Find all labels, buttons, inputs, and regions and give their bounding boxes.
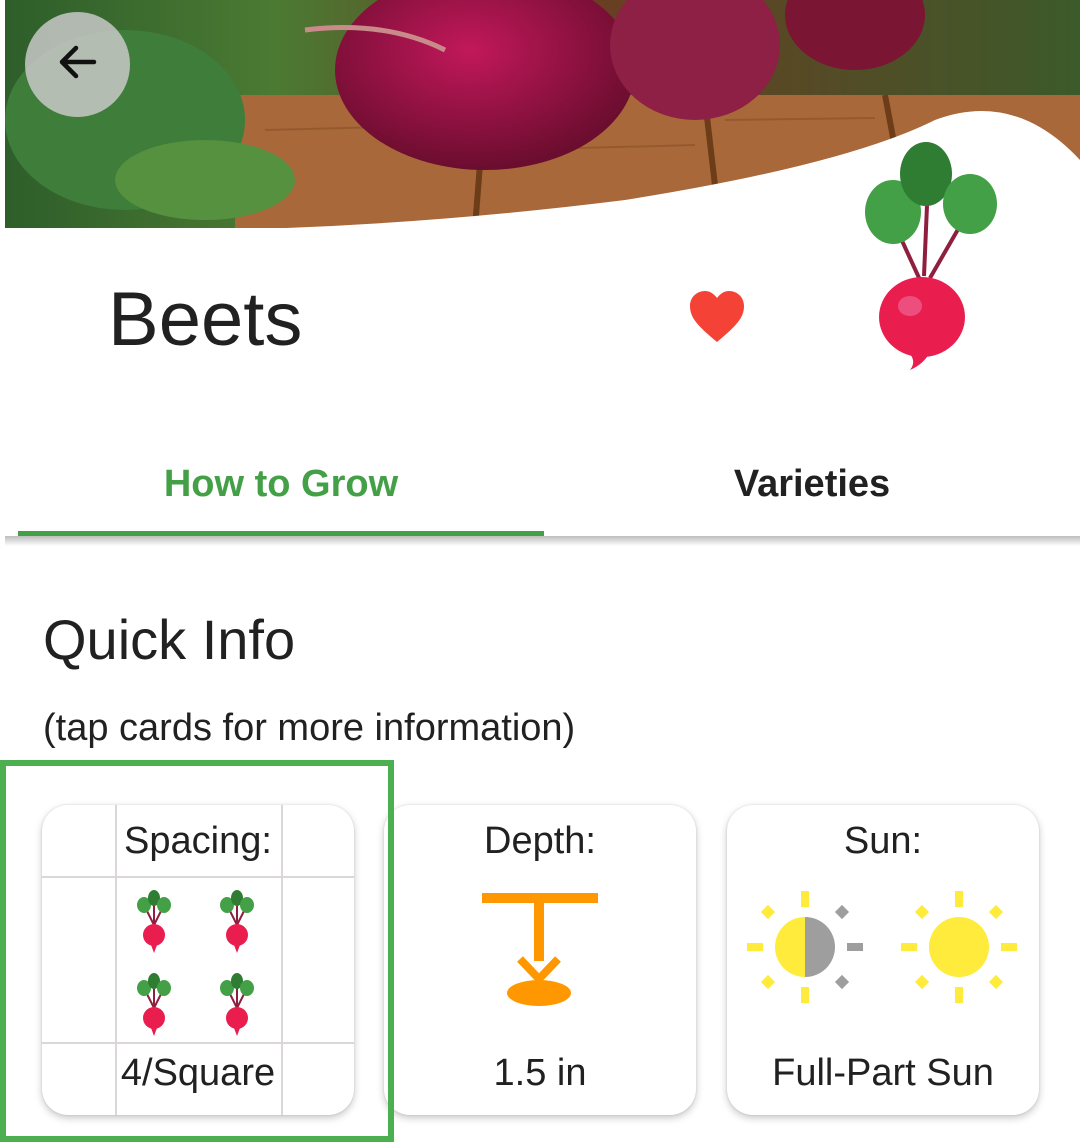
- part-sun-icon: [745, 889, 865, 1010]
- sun-card[interactable]: Sun: Full-Part Sun: [727, 805, 1039, 1115]
- seed-depth-icon: [480, 889, 600, 1018]
- tab-bar: How to Grow Varieties: [18, 430, 1080, 538]
- hint-text: (tap cards for more information): [43, 707, 576, 749]
- sun-value: Full-Part Sun: [772, 1052, 994, 1094]
- depth-label: Depth:: [484, 820, 596, 862]
- sun-label: Sun:: [843, 820, 923, 862]
- full-sun-icon: [899, 889, 1019, 1010]
- tab-bar-shadow: [5, 536, 1080, 546]
- beet-icon: [858, 142, 1008, 374]
- plant-name: Beets: [108, 277, 303, 362]
- tab-varieties[interactable]: Varieties: [544, 430, 1080, 538]
- tab-how-to-grow[interactable]: How to Grow: [18, 430, 544, 538]
- arrow-left-icon: [54, 38, 102, 91]
- depth-value: 1.5 in: [493, 1052, 587, 1094]
- section-title: Quick Info: [43, 608, 296, 671]
- back-button[interactable]: [25, 12, 130, 117]
- heart-icon[interactable]: [688, 290, 746, 344]
- depth-card[interactable]: Depth: 1.5 in: [384, 805, 696, 1115]
- selection-highlight: [0, 760, 394, 1142]
